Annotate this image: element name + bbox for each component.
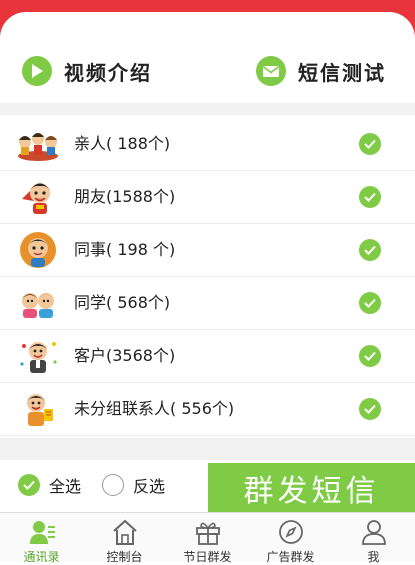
group-row-classmates[interactable]: 同学( 568个) [0, 277, 415, 330]
tab-ad-send[interactable]: 广告群发 [249, 513, 332, 564]
tab-contacts[interactable]: 通讯录 [0, 513, 83, 564]
invert-selection-option[interactable]: 反选 [102, 473, 165, 497]
group-label: 朋友(1588个) [74, 187, 176, 206]
check-icon[interactable] [359, 292, 381, 314]
tab-label: 控制台 [106, 550, 143, 564]
tab-label: 我 [367, 550, 380, 564]
select-all-label: 全选 [49, 477, 82, 496]
contacts-icon [30, 521, 55, 544]
select-all-option[interactable]: 全选 [18, 473, 81, 497]
section-divider [0, 103, 415, 115]
group-label: 同事( 198 个) [74, 240, 176, 259]
family-avatar-icon [18, 133, 58, 161]
envelope-icon [256, 56, 286, 86]
play-icon [22, 56, 52, 86]
sms-test-button[interactable]: 短信测试 [256, 40, 386, 102]
tab-me[interactable]: 我 [332, 513, 415, 564]
tab-label: 广告群发 [266, 550, 315, 564]
tab-label: 节日群发 [183, 550, 232, 564]
house-icon [113, 519, 137, 545]
group-send-sms-button[interactable]: 群发短信 [208, 463, 415, 512]
group-row-clients[interactable]: 客户(3568个) [0, 330, 415, 383]
check-icon[interactable] [359, 345, 381, 367]
video-intro-label: 视频介绍 [64, 60, 152, 85]
gift-icon [196, 522, 220, 545]
contact-group-list: 亲人( 188个) 朋友(1588个) 同事( 198 个) 同学(568个)… [0, 118, 415, 436]
group-row-ungrouped[interactable]: 未分组联系人( 556个) [0, 383, 415, 436]
tab-console[interactable]: 控制台 [83, 513, 166, 564]
group-row-colleagues[interactable]: 同事( 198 个) [0, 224, 415, 277]
friends-avatar-icon [22, 183, 50, 214]
group-label: 同学( 568个) [74, 293, 171, 312]
section-divider-bottom [0, 438, 415, 460]
unchecked-radio-icon [102, 474, 124, 496]
group-label: 未分组联系人( 556个) [74, 399, 235, 418]
classmates-avatar-icon [22, 293, 54, 318]
video-intro-button[interactable]: 视频介绍 [22, 40, 152, 102]
check-icon[interactable] [359, 186, 381, 208]
checked-radio-icon [18, 474, 40, 496]
group-row-friends[interactable]: 朋友(1588个) [0, 171, 415, 224]
action-row: 视频介绍 短信测试 [0, 40, 415, 102]
sms-test-label: 短信测试 [298, 60, 386, 85]
bottom-tab-bar: 通讯录 控制台 节日群发 广告群发 我 [0, 512, 415, 564]
invert-selection-label: 反选 [133, 477, 166, 496]
check-icon[interactable] [359, 239, 381, 261]
colleagues-avatar-icon [20, 232, 56, 268]
person-icon [362, 520, 386, 545]
tab-label: 通讯录 [23, 550, 60, 564]
clients-avatar-icon [20, 342, 57, 373]
check-icon[interactable] [359, 133, 381, 155]
group-row-family[interactable]: 亲人( 188个) [0, 118, 415, 171]
group-label: 亲人( 188个) [74, 134, 171, 153]
compass-icon [279, 520, 303, 544]
check-icon[interactable] [359, 398, 381, 420]
ungrouped-avatar-icon [27, 394, 53, 426]
tab-holiday-send[interactable]: 节日群发 [166, 513, 249, 564]
group-label: 客户(3568个) [74, 346, 176, 365]
